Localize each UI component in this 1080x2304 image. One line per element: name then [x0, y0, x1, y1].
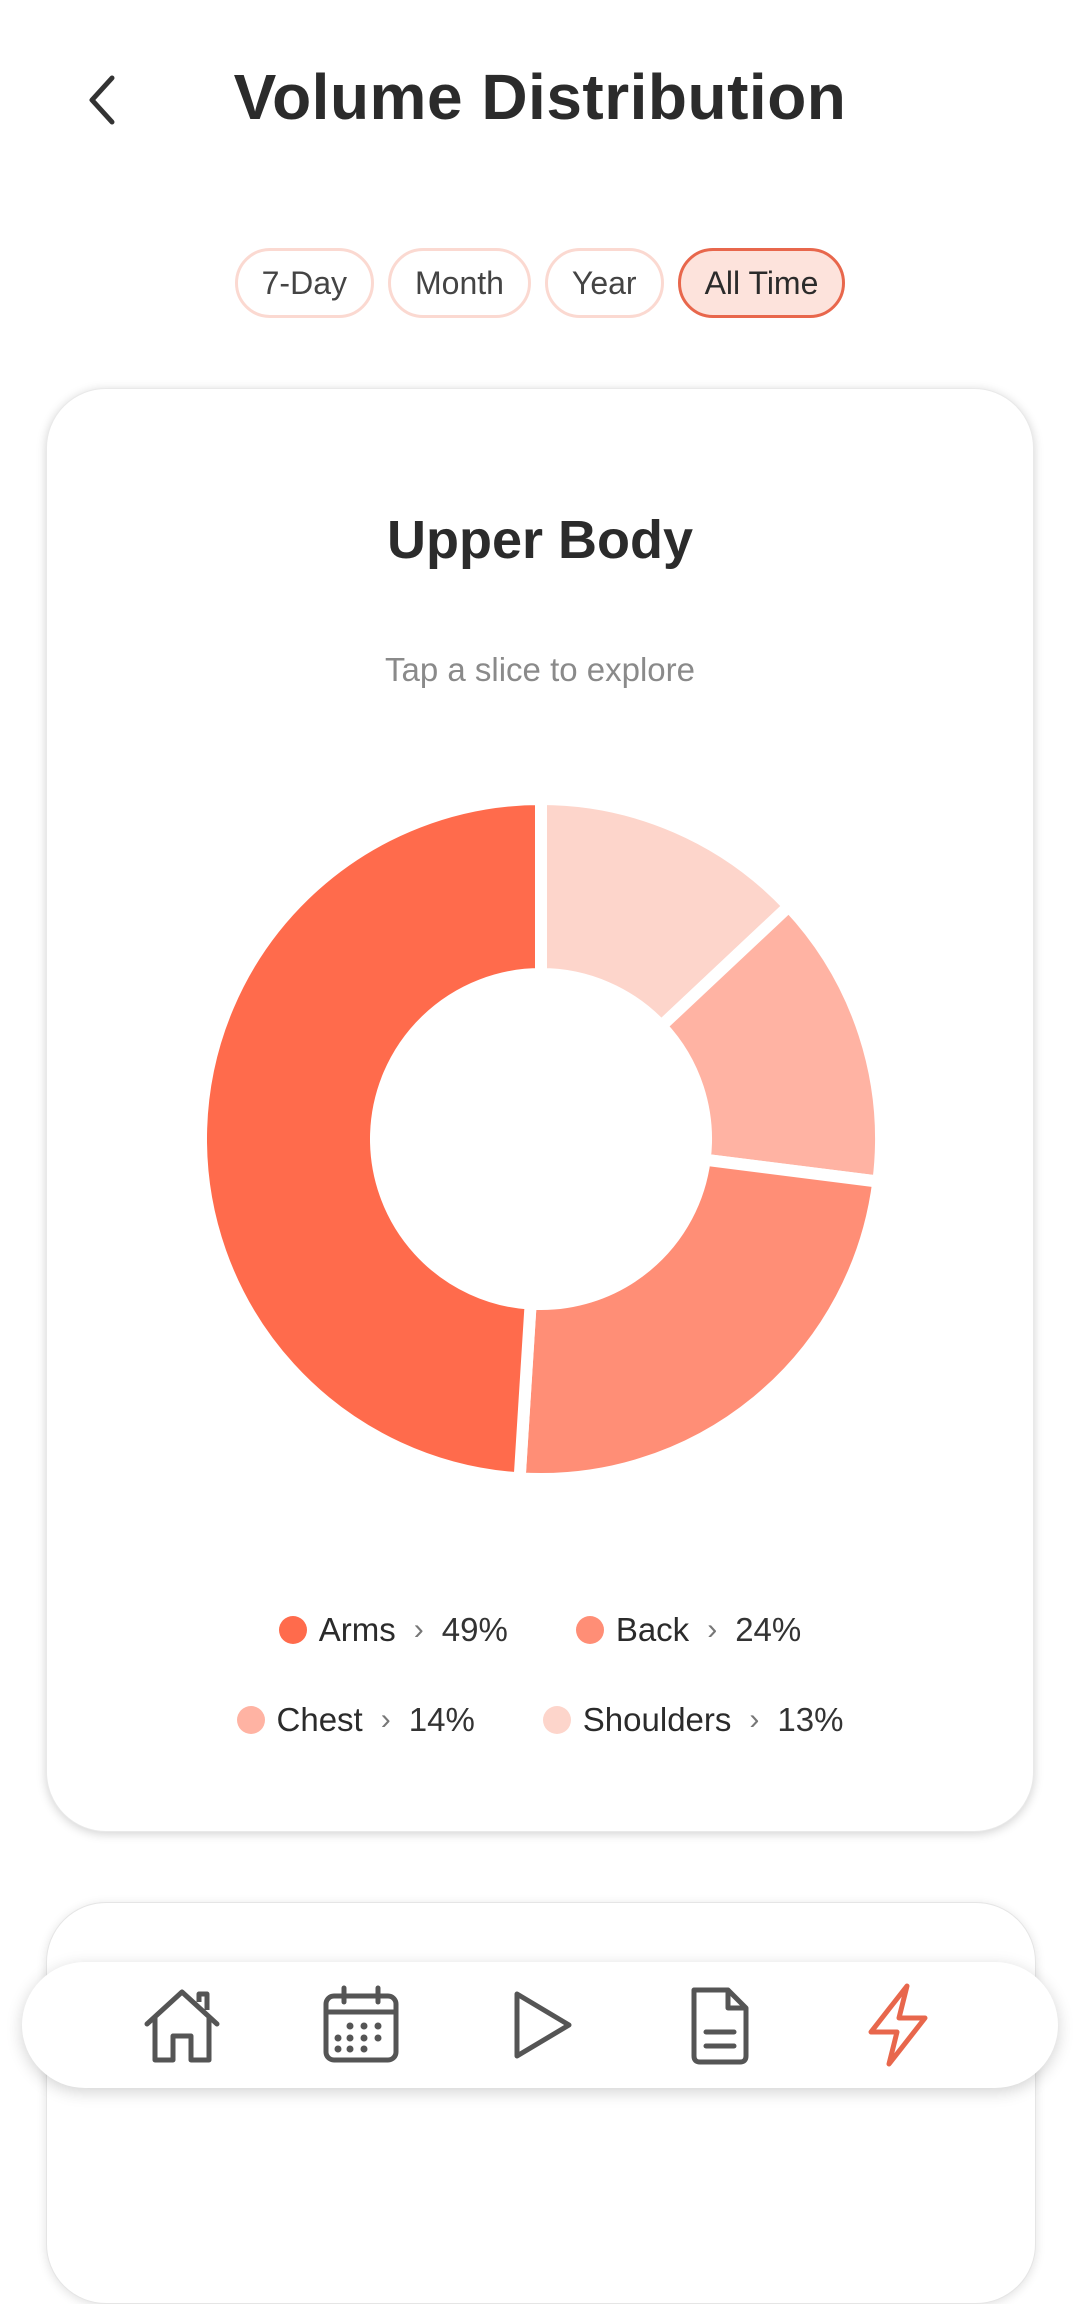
chevron-right-icon: › — [707, 1613, 718, 1646]
legend-pct-shoulders: 13% — [777, 1701, 844, 1738]
chevron-right-icon: › — [749, 1703, 760, 1736]
calendar-icon — [323, 1985, 399, 2063]
legend-pct-arms: 49% — [441, 1611, 508, 1648]
play-icon — [514, 1991, 572, 2059]
slice-back[interactable] — [513, 1152, 886, 1485]
legend-label-chest: Chest — [276, 1701, 363, 1738]
legend-label-back: Back — [615, 1611, 690, 1648]
legend-item-arms[interactable]: Arms › 49% — [278, 1611, 508, 1649]
card-title: Upper Body — [386, 510, 694, 570]
legend-pct-chest: 14% — [408, 1701, 475, 1738]
chevron-right-icon: › — [413, 1613, 424, 1646]
nav-home[interactable] — [132, 1975, 232, 2075]
legend-label-shoulders: Shoulders — [582, 1701, 732, 1738]
document-icon — [691, 1987, 749, 2065]
donut-chart[interactable] — [47, 769, 1035, 1509]
legend-label-arms: Arms — [318, 1611, 396, 1648]
nav-document[interactable] — [669, 1975, 769, 2075]
nav-stats[interactable] — [848, 1975, 948, 2075]
filter-month[interactable]: Month — [387, 248, 531, 318]
legend-pct-back: 24% — [735, 1611, 802, 1648]
bottom-nav — [22, 1962, 1058, 2088]
legend-item-chest[interactable]: Chest › 14% — [236, 1701, 475, 1739]
nav-calendar[interactable] — [311, 1975, 411, 2075]
legend-item-shoulders[interactable]: Shoulders › 13% — [542, 1701, 844, 1739]
time-range-filter: 7-Day Month Year All Time — [0, 248, 1080, 318]
card-subtitle: Tap a slice to explore — [384, 651, 695, 688]
legend-dot-chest — [236, 1706, 265, 1734]
legend-dot-shoulders — [542, 1706, 571, 1734]
page-title: Volume Distribution — [233, 61, 847, 133]
lightning-icon — [868, 1983, 928, 2067]
filter-year[interactable]: Year — [544, 248, 664, 318]
legend-dot-back — [575, 1616, 604, 1644]
filter-7-day[interactable]: 7-Day — [234, 248, 374, 318]
legend-dot-arms — [278, 1616, 307, 1644]
header: Volume Distribution — [0, 0, 1080, 200]
legend-item-back[interactable]: Back › 24% — [575, 1611, 802, 1649]
filter-all-time[interactable]: All Time — [677, 248, 846, 318]
chevron-right-icon: › — [380, 1703, 391, 1736]
nav-play[interactable] — [490, 1975, 590, 2075]
home-icon — [144, 1989, 220, 2063]
upper-body-card: Upper Body Tap a slice to explore Arms ›… — [46, 388, 1034, 1832]
slice-arms[interactable] — [195, 792, 547, 1485]
